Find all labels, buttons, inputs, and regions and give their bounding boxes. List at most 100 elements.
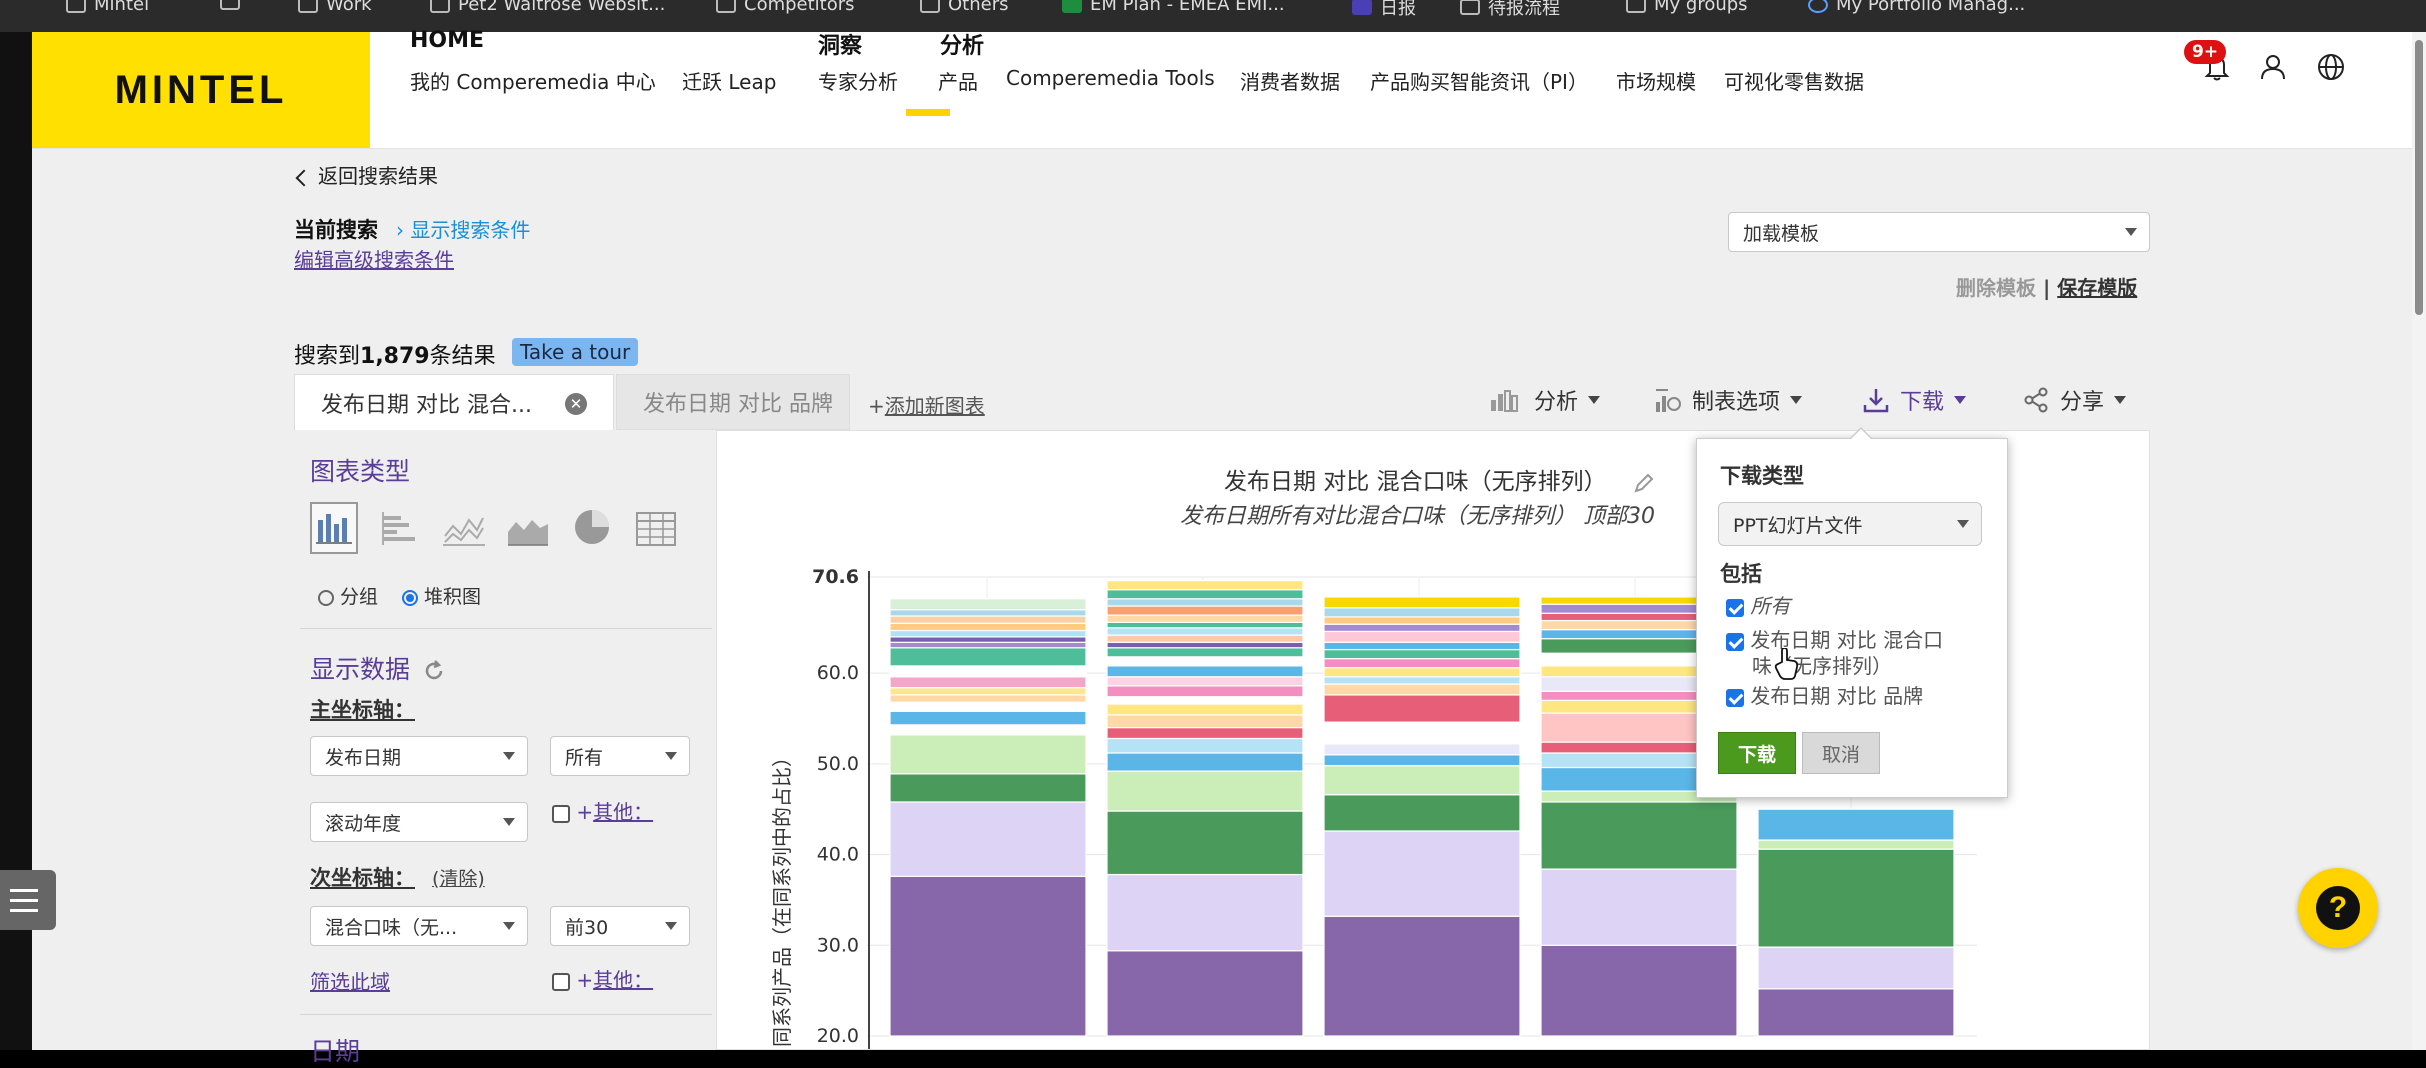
bar-segment: [1323, 915, 1521, 1037]
secondary-axis-label: 次坐标轴：: [310, 866, 415, 890]
chevron-down-icon: [1954, 396, 1967, 404]
clear-secondary-axis-link[interactable]: (清除): [432, 864, 485, 891]
globe-icon[interactable]: [2316, 52, 2346, 82]
radio-grouped[interactable]: 分组: [318, 582, 378, 609]
include-all-option[interactable]: 所有: [1726, 590, 1790, 619]
y-tick-label: 70.6: [812, 566, 859, 588]
edit-advanced-search-link[interactable]: 编辑高级搜索条件: [294, 244, 454, 273]
bookmark-portfolio[interactable]: My Portfolio Manag...: [1808, 0, 2025, 15]
include-chart2-option[interactable]: 发布日期 对比 品牌: [1726, 680, 1923, 709]
line-chart-icon: [443, 517, 485, 546]
help-button[interactable]: ?: [2298, 868, 2378, 948]
table-of-contents-button[interactable]: [0, 870, 56, 930]
back-to-results-link[interactable]: 返回搜索结果: [295, 160, 438, 189]
divider: [300, 628, 712, 629]
checkbox[interactable]: [552, 804, 570, 823]
bar-segment: [1323, 676, 1521, 685]
bar-segment: [1106, 873, 1304, 952]
checkbox[interactable]: [552, 972, 570, 991]
cancel-button[interactable]: 取消: [1802, 732, 1880, 774]
bar-segment: [1106, 726, 1304, 740]
nav-purchase-intelligence[interactable]: 产品购买智能资讯（PI）: [1370, 66, 1588, 95]
radio-button[interactable]: [318, 589, 334, 606]
bar-segment: [1106, 676, 1304, 687]
primary-axis-value-select[interactable]: 所有: [550, 736, 690, 776]
checkbox-checked[interactable]: [1726, 632, 1744, 651]
nav-leap[interactable]: 迁跃 Leap: [682, 66, 776, 95]
secondary-other-option[interactable]: +其他：: [552, 964, 653, 993]
bookmark-others[interactable]: Others: [920, 0, 1009, 15]
bar-segment: [889, 687, 1087, 696]
nav-home[interactable]: HOME: [410, 28, 484, 53]
bookmark-apps[interactable]: [220, 0, 240, 10]
bar-segment: [1323, 683, 1521, 696]
user-icon[interactable]: [2258, 52, 2288, 82]
checkbox-checked[interactable]: [1726, 598, 1744, 617]
bookmark-mintel[interactable]: Mintel: [66, 0, 149, 15]
bar-segment: [889, 609, 1087, 617]
checkbox-checked[interactable]: [1726, 688, 1744, 707]
primary-other-option[interactable]: +其他：: [552, 796, 653, 825]
bookmarks-bar: Mintel Work Pet2 Waitrose Websit... Comp…: [0, 0, 2426, 32]
bookmark-daily[interactable]: 日报: [1352, 0, 1416, 20]
bar-segment: [1323, 648, 1521, 660]
secondary-axis-field-select[interactable]: 混合口味（无...: [310, 906, 528, 946]
rolling-year-select[interactable]: 滚动年度: [310, 802, 528, 842]
add-new-chart-link[interactable]: +添加新图表: [868, 390, 985, 419]
nav-market-size[interactable]: 市场规模: [1616, 66, 1696, 95]
nav-visual-retail[interactable]: 可视化零售数据: [1724, 66, 1864, 95]
bookmark-pet2[interactable]: Pet2 Waitrose Websit...: [430, 0, 665, 15]
radio-stacked[interactable]: 堆积图: [402, 582, 481, 609]
secondary-axis-top-select[interactable]: 前30: [550, 906, 690, 946]
tab-release-date-vs-brand[interactable]: 发布日期 对比 品牌: [616, 374, 850, 430]
radio-button-selected[interactable]: [402, 589, 418, 606]
show-search-conditions-link[interactable]: › 显示搜索条件: [396, 214, 530, 243]
download-menu[interactable]: 下载: [1862, 384, 1967, 416]
filter-this-field-link[interactable]: 筛选此域: [310, 966, 390, 995]
chevron-down-icon: [1957, 520, 1969, 528]
refresh-icon[interactable]: [422, 659, 446, 683]
chart-type-column-button[interactable]: [310, 502, 358, 554]
nav-analysis[interactable]: 分析: [940, 28, 984, 60]
load-template-select[interactable]: 加载模板: [1728, 212, 2150, 252]
chart-type-pie-button[interactable]: [568, 502, 616, 554]
save-template-link[interactable]: 保存模版: [2057, 276, 2137, 300]
primary-axis-field-select[interactable]: 发布日期: [310, 736, 528, 776]
nav-my-comperemedia[interactable]: 我的 Comperemedia 中心: [410, 66, 656, 95]
list-icon: [10, 888, 38, 892]
bar-segment: [1323, 794, 1521, 832]
nav-expert-analysis[interactable]: 专家分析: [818, 66, 898, 95]
hand-cursor-icon: [1774, 648, 1799, 680]
analysis-menu[interactable]: 分析: [1490, 384, 1601, 416]
share-menu[interactable]: 分享: [2022, 384, 2127, 416]
close-tab-icon[interactable]: ✕: [565, 393, 587, 415]
scrollbar-thumb[interactable]: [2415, 40, 2423, 315]
bar-segment: [1106, 589, 1304, 600]
nav-consumer-data[interactable]: 消费者数据: [1240, 66, 1340, 95]
bookmark-my-groups[interactable]: My groups: [1626, 0, 1748, 15]
tab-release-date-vs-flavor[interactable]: 发布日期 对比 混合... ✕: [294, 374, 614, 430]
chart-type-table-button[interactable]: [632, 502, 680, 554]
nav-insight[interactable]: 洞察: [818, 28, 862, 60]
nav-products[interactable]: 产品: [938, 66, 978, 95]
table-options-menu[interactable]: 制表选项: [1654, 384, 1803, 416]
chart-type-bar-button[interactable]: [376, 502, 424, 554]
pencil-icon[interactable]: [1632, 471, 1656, 495]
chart-type-area-button[interactable]: [504, 502, 552, 554]
bookmark-work[interactable]: Work: [298, 0, 372, 15]
bar-segment: [889, 875, 1087, 1037]
download-button[interactable]: 下载: [1718, 732, 1796, 774]
mintel-logo[interactable]: MINTEL: [32, 32, 370, 148]
include-chart1-option-line2: 味（无序排列）: [1752, 654, 1892, 678]
bookmark-em-plan[interactable]: EM Plan - EMEA EMI...: [1062, 0, 1285, 15]
bar-segment: [1106, 696, 1304, 705]
take-a-tour-button[interactable]: Take a tour: [512, 338, 639, 366]
nav-comperemedia-tools[interactable]: Comperemedia Tools: [1006, 66, 1215, 90]
bar-segment: [889, 615, 1087, 624]
delete-template-link[interactable]: 删除模板: [1956, 276, 2036, 300]
include-chart1-option[interactable]: 发布日期 对比 混合口: [1726, 624, 1943, 653]
bookmark-competitors[interactable]: Competitors: [716, 0, 855, 15]
bookmark-pending[interactable]: 待报流程: [1460, 0, 1560, 20]
chart-type-line-button[interactable]: [440, 502, 488, 554]
download-type-select[interactable]: PPT幻灯片文件: [1718, 502, 1982, 546]
